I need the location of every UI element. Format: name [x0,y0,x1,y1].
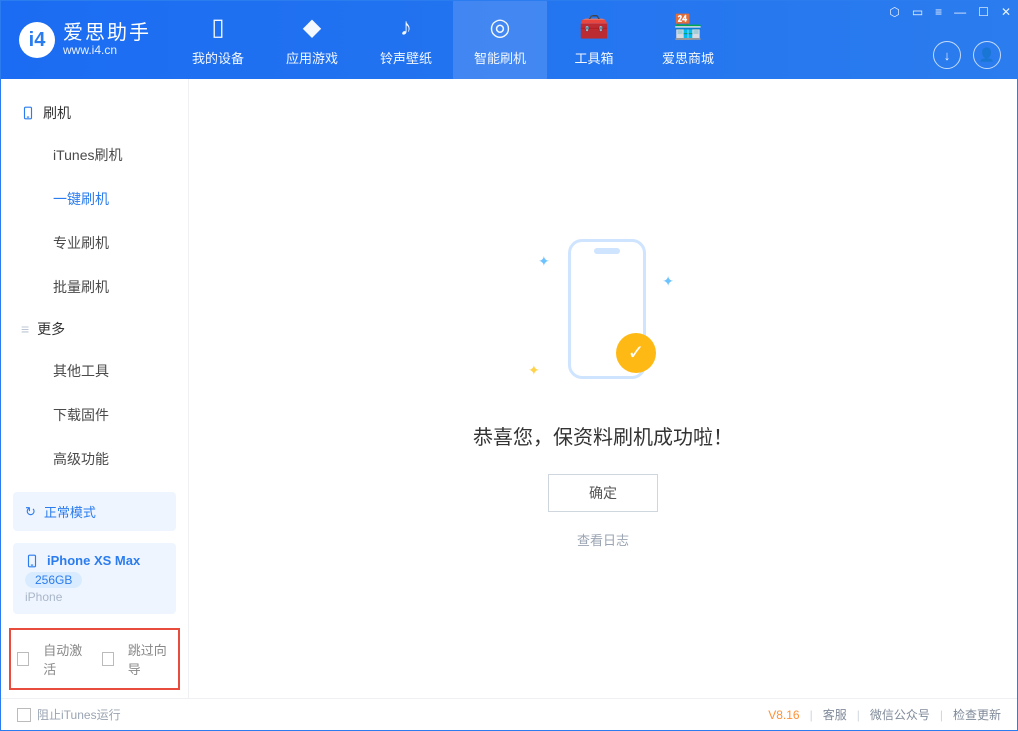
version-label: V8.16 [768,708,799,722]
bottom-options-highlighted: 自动激活 跳过向导 [9,628,180,690]
logo-area: i4 爱思助手 www.i4.cn [19,22,151,58]
tab-label: 智能刷机 [474,48,526,67]
separator: | [857,708,860,722]
skip-wizard-checkbox[interactable] [102,652,114,666]
check-update-link[interactable]: 检查更新 [953,706,1001,723]
sidebar-item-other-tools[interactable]: 其他工具 [1,349,188,393]
shield-icon: ◎ [490,14,511,42]
mode-label: 正常模式 [44,502,96,521]
store-icon: 🏪 [673,14,703,42]
music-icon: ♪ [400,14,412,42]
stop-itunes-label: 阻止iTunes运行 [37,706,121,723]
sparkle-icon: ✦ [538,253,550,270]
close-button[interactable]: ✕ [1001,5,1011,19]
device-icon: ▯ [211,14,224,42]
device-name: iPhone XS Max [47,553,140,568]
support-link[interactable]: 客服 [823,706,847,723]
nav-tabs: ▯ 我的设备 ◆ 应用游戏 ♪ 铃声壁纸 ◎ 智能刷机 🧰 工具箱 🏪 爱思商城 [171,1,735,79]
separator: | [810,708,813,722]
tab-apps-games[interactable]: ◆ 应用游戏 [265,1,359,79]
sidebar-item-download-firmware[interactable]: 下载固件 [1,393,188,437]
settings-icon[interactable]: ▭ [912,5,923,19]
cube-icon: ◆ [303,14,321,42]
header-aux-icons: ↓ 👤 [933,41,1001,69]
separator: | [940,708,943,722]
device-capacity: 256GB [25,572,82,588]
refresh-icon: ↻ [25,504,36,520]
sidebar-item-itunes-flash[interactable]: iTunes刷机 [1,133,188,177]
sparkle-icon: ✦ [528,362,540,379]
success-illustration: ✦ ✦ ✦ ✓ [518,229,688,399]
app-logo-icon: i4 [19,22,55,58]
success-message: 恭喜您，保资料刷机成功啦！ [473,421,733,450]
tab-ringtones[interactable]: ♪ 铃声壁纸 [359,1,453,79]
section-title: 刷机 [43,103,71,123]
phone-icon [21,106,35,120]
section-title: 更多 [37,319,65,339]
user-icon[interactable]: 👤 [973,41,1001,69]
app-subtitle: www.i4.cn [63,44,151,57]
toolbox-icon: 🧰 [579,14,609,42]
window-controls: ⬡ ▭ ≡ — ☐ ✕ [889,5,1011,19]
footer-bar: 阻止iTunes运行 V8.16 | 客服 | 微信公众号 | 检查更新 [1,698,1017,730]
sidebar-item-pro-flash[interactable]: 专业刷机 [1,221,188,265]
view-log-link[interactable]: 查看日志 [577,530,629,549]
tab-my-device[interactable]: ▯ 我的设备 [171,1,265,79]
tab-label: 我的设备 [192,48,244,67]
sidebar-section-flash: 刷机 [1,93,188,133]
tab-label: 爱思商城 [662,48,714,67]
minimize-button[interactable]: — [954,5,966,19]
sparkle-icon: ✦ [662,273,674,290]
sidebar-section-more: ≡ 更多 [1,309,188,349]
device-card[interactable]: iPhone XS Max 256GB iPhone [13,543,176,614]
app-title: 爱思助手 [63,22,151,44]
sidebar-item-oneclick-flash[interactable]: 一键刷机 [1,177,188,221]
list-icon: ≡ [21,321,29,337]
tab-label: 应用游戏 [286,48,338,67]
ok-button[interactable]: 确定 [548,474,658,512]
tab-smart-flash[interactable]: ◎ 智能刷机 [453,1,547,79]
mode-card[interactable]: ↻ 正常模式 [13,492,176,531]
skip-wizard-label: 跳过向导 [128,640,172,678]
auto-activate-checkbox[interactable] [17,652,29,666]
skin-icon[interactable]: ⬡ [889,5,899,19]
tab-store[interactable]: 🏪 爱思商城 [641,1,735,79]
main-content: ✦ ✦ ✦ ✓ 恭喜您，保资料刷机成功啦！ 确定 查看日志 [189,79,1017,698]
sidebar-item-batch-flash[interactable]: 批量刷机 [1,265,188,309]
tab-label: 铃声壁纸 [380,48,432,67]
wechat-link[interactable]: 微信公众号 [870,706,930,723]
app-header: i4 爱思助手 www.i4.cn ▯ 我的设备 ◆ 应用游戏 ♪ 铃声壁纸 ◎ 智能刷… [1,1,1017,79]
tab-toolbox[interactable]: 🧰 工具箱 [547,1,641,79]
checkmark-badge-icon: ✓ [616,333,656,373]
maximize-button[interactable]: ☐ [978,5,989,19]
device-type: iPhone [25,590,164,604]
menu-icon[interactable]: ≡ [935,5,942,19]
tab-label: 工具箱 [574,48,613,67]
auto-activate-label: 自动激活 [43,640,87,678]
sidebar: 刷机 iTunes刷机 一键刷机 专业刷机 批量刷机 ≡ 更多 其他工具 下载固… [1,79,189,698]
sidebar-item-advanced[interactable]: 高级功能 [1,437,188,481]
download-icon[interactable]: ↓ [933,41,961,69]
phone-icon [25,554,39,568]
body-area: 刷机 iTunes刷机 一键刷机 专业刷机 批量刷机 ≡ 更多 其他工具 下载固… [1,79,1017,698]
stop-itunes-checkbox[interactable] [17,708,31,722]
